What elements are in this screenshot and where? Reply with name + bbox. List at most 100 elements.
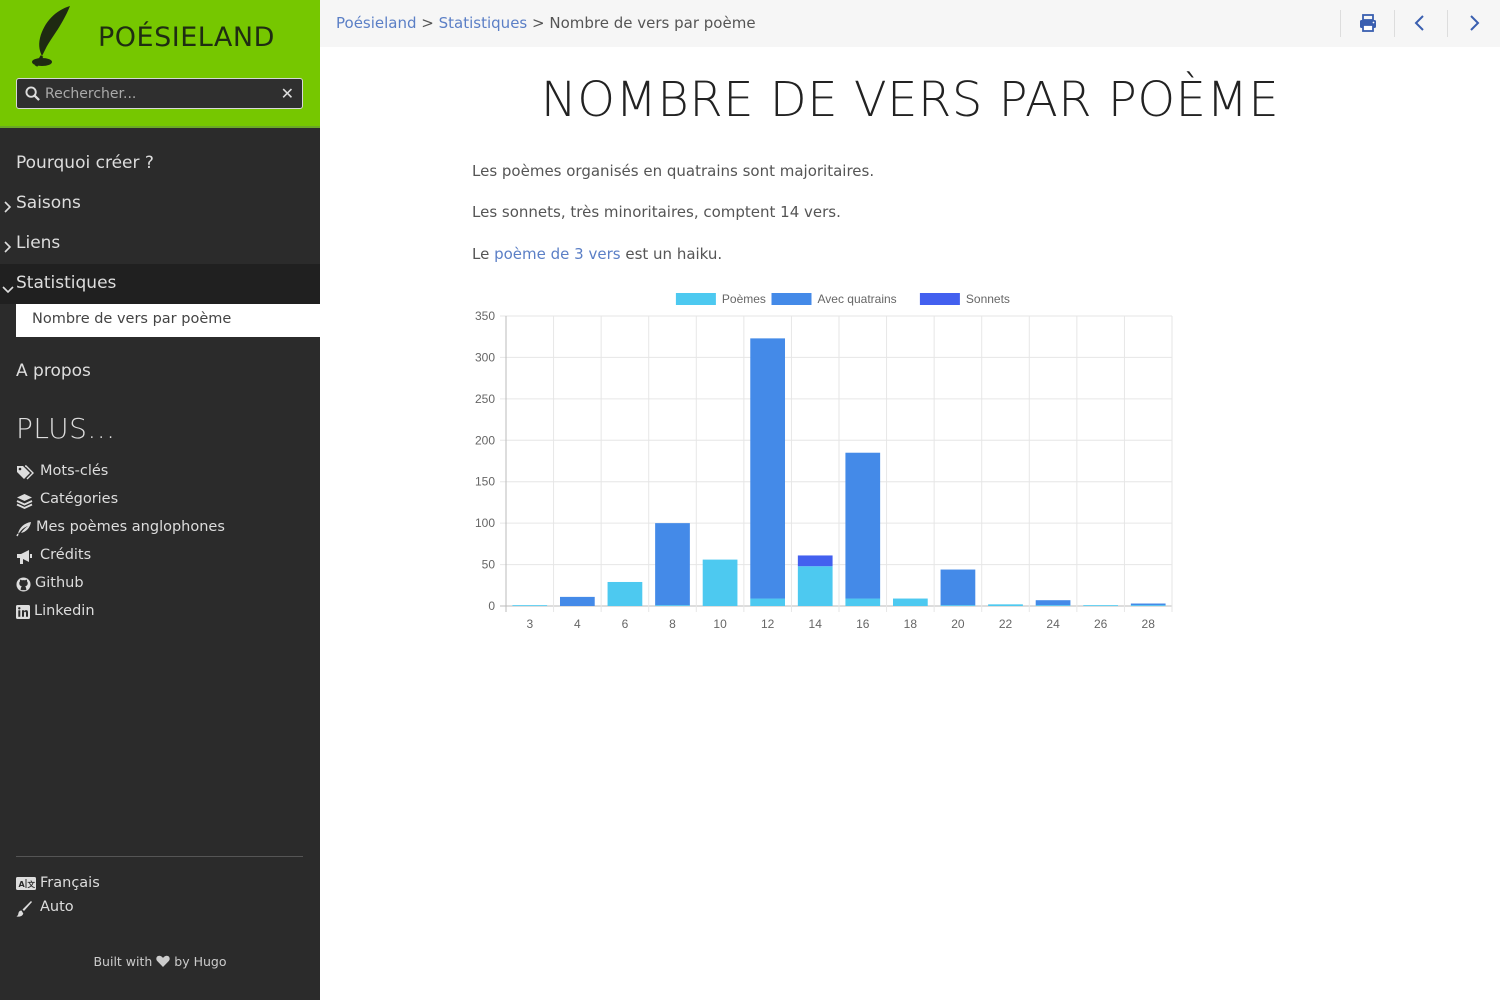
bar-avec-quatrains — [1035, 600, 1071, 606]
bar-avec-quatrains — [1130, 603, 1166, 606]
toolbar-divider — [1447, 10, 1448, 37]
sidebar-item-label: Statistiques — [16, 273, 117, 293]
x-tick-label: 3 — [526, 617, 533, 631]
github-icon — [16, 577, 31, 592]
built-suffix[interactable]: by Hugo — [174, 954, 226, 969]
sidebar-item-label: Liens — [16, 233, 61, 253]
y-tick-label: 0 — [488, 599, 495, 613]
sidebar-item-pourquoi[interactable]: Pourquoi créer ? — [0, 144, 320, 184]
sidebar-item-a-propos[interactable]: A propos — [0, 352, 320, 392]
chevron-right-icon[interactable] — [3, 238, 12, 258]
bar-poèmes — [892, 598, 928, 606]
next-page-button[interactable] — [1461, 10, 1487, 36]
y-tick-label: 250 — [475, 392, 495, 406]
bar-poèmes — [512, 605, 548, 606]
plus-item-label: Catégories — [40, 491, 119, 507]
legend-label: Poèmes — [722, 292, 766, 306]
legend-label: Sonnets — [966, 292, 1010, 306]
clear-search-icon[interactable]: ✕ — [281, 84, 294, 103]
bar-poèmes — [750, 598, 786, 606]
paintbrush-icon — [16, 901, 32, 917]
bar-poèmes — [1083, 605, 1119, 606]
sidebar-item-label: Pourquoi créer ? — [16, 153, 154, 173]
tags-icon — [17, 465, 34, 480]
plus-item-label: Mes poèmes anglophones — [36, 519, 225, 535]
search-icon — [25, 86, 40, 105]
paragraph-haiku: Le poème de 3 vers est un haiku. — [472, 245, 722, 263]
sidebar-item-liens[interactable]: Liens — [0, 224, 320, 264]
x-tick-label: 18 — [904, 617, 918, 631]
linkedin-icon — [16, 605, 30, 619]
bar-poèmes — [940, 605, 976, 606]
layers-icon — [16, 494, 33, 509]
x-tick-label: 10 — [713, 617, 727, 631]
search-input[interactable] — [45, 82, 275, 105]
x-tick-label: 14 — [809, 617, 823, 631]
built-with-credit: Built with by Hugo — [0, 954, 320, 969]
bar-avec-quatrains — [750, 338, 786, 599]
y-tick-label: 50 — [482, 558, 496, 572]
bar-poèmes — [1035, 605, 1071, 606]
svg-text:文: 文 — [28, 879, 36, 889]
plus-item-label: Linkedin — [34, 603, 95, 619]
bar-poèmes — [655, 605, 690, 606]
paragraph-text: est un haiku. — [625, 245, 723, 263]
x-tick-label: 26 — [1094, 617, 1108, 631]
page-title: NOMBRE DE VERS PAR POÈME — [540, 72, 1280, 128]
print-button[interactable] — [1355, 10, 1381, 36]
quill-logo-icon[interactable] — [26, 4, 74, 72]
bar-sonnets — [797, 555, 833, 567]
bar-avec-quatrains — [559, 596, 595, 606]
breadcrumb-root-link[interactable]: Poésieland — [336, 14, 417, 32]
sidebar-item-label: Saisons — [16, 193, 81, 213]
paragraph-quatrains: Les poèmes organisés en quatrains sont m… — [472, 162, 875, 180]
x-tick-label: 24 — [1046, 617, 1060, 631]
bar-poèmes — [988, 604, 1023, 606]
search-box: ✕ — [16, 78, 303, 109]
x-tick-label: 16 — [856, 617, 870, 631]
x-tick-label: 20 — [951, 617, 965, 631]
bar-avec-quatrains — [845, 452, 881, 599]
chevron-right-icon[interactable] — [3, 198, 12, 218]
breadcrumb-separator: > — [532, 14, 545, 32]
theme-label: Auto — [40, 899, 74, 915]
toolbar-divider — [1340, 10, 1341, 37]
breadcrumb-section-link[interactable]: Statistiques — [439, 14, 528, 32]
plus-heading: PLUS... — [16, 412, 116, 445]
y-tick-label: 200 — [475, 433, 495, 447]
svg-text:A: A — [19, 880, 26, 889]
built-prefix: Built with — [93, 954, 153, 969]
chevron-down-icon[interactable] — [2, 279, 14, 299]
y-tick-label: 100 — [475, 516, 495, 530]
feather-icon — [16, 522, 31, 537]
heart-icon — [156, 955, 170, 967]
paragraph-sonnets: Les sonnets, très minoritaires, comptent… — [472, 203, 841, 221]
previous-page-button[interactable] — [1407, 10, 1433, 36]
sidebar: POÉSIELAND ✕ Pourquoi créer ? Saisons Li… — [0, 0, 320, 1000]
bar-poèmes — [797, 566, 833, 606]
breadcrumb: Poésieland > Statistiques > Nombre de ve… — [336, 14, 756, 32]
sidebar-item-saisons[interactable]: Saisons — [0, 184, 320, 224]
bar-avec-quatrains — [940, 569, 976, 606]
sidebar-item-label: A propos — [16, 361, 91, 381]
haiku-poem-link[interactable]: poème de 3 vers — [494, 245, 620, 263]
top-bar: Poésieland > Statistiques > Nombre de ve… — [320, 0, 1500, 47]
x-tick-label: 28 — [1142, 617, 1156, 631]
y-tick-label: 300 — [475, 350, 495, 364]
language-label: Français — [40, 875, 100, 891]
breadcrumb-current: Nombre de vers par poème — [549, 14, 756, 32]
x-tick-label: 6 — [622, 617, 629, 631]
language-icon: A文 — [16, 877, 36, 890]
plus-item-label: Crédits — [40, 547, 92, 563]
sidebar-item-statistiques[interactable]: Statistiques — [0, 264, 320, 304]
legend-label: Avec quatrains — [818, 292, 897, 306]
sidebar-subitem-nombre-de-vers[interactable]: Nombre de vers par poème — [16, 304, 320, 337]
verses-per-poem-chart: 0 50 100 150 200 250 300 350 3 4 6 8 10 12 14 16 18 20 22 2… — [475, 292, 1173, 631]
y-tick-label: 150 — [475, 475, 495, 489]
print-icon — [1360, 14, 1376, 32]
y-tick-label: 350 — [475, 309, 495, 323]
site-title[interactable]: POÉSIELAND — [98, 22, 275, 53]
toolbar-divider — [1394, 10, 1395, 37]
legend-swatch — [919, 293, 960, 305]
bar-poèmes — [607, 581, 643, 606]
